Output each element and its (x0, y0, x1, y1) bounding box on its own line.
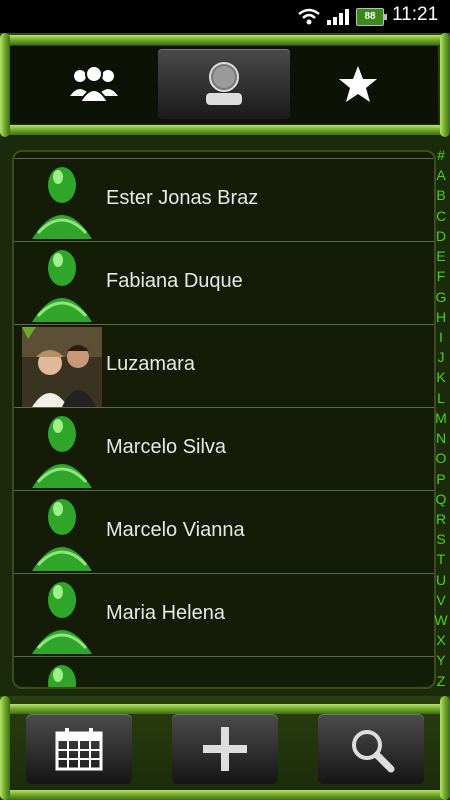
list-item[interactable]: Luzamara (14, 324, 434, 407)
index-letter[interactable]: P (436, 472, 445, 486)
index-letter[interactable]: S (436, 532, 445, 546)
star-icon (339, 66, 377, 102)
bamboo-frame-left (0, 33, 10, 137)
index-letter[interactable]: E (436, 249, 445, 263)
index-letter[interactable]: Q (436, 492, 447, 506)
bamboo-frame-right (440, 696, 450, 800)
contact-list[interactable]: Ester Jonas Braz Fabiana Duque Luzamara (12, 150, 436, 689)
list-item[interactable]: Marcelo Vianna (14, 490, 434, 573)
index-letter[interactable]: O (436, 451, 447, 465)
people-tab[interactable] (158, 49, 290, 119)
index-letter[interactable]: N (436, 431, 446, 445)
bamboo-frame-left (0, 696, 10, 800)
person-icon (206, 62, 242, 105)
index-letter[interactable]: D (436, 229, 446, 243)
calendar-grid-icon (55, 728, 103, 771)
index-letter[interactable]: B (436, 188, 445, 202)
bottom-action-bar (0, 696, 450, 800)
index-letter[interactable]: R (436, 512, 446, 526)
battery-indicator: 88 (356, 8, 387, 26)
index-letter[interactable]: G (436, 290, 447, 304)
signal-icon (327, 9, 349, 25)
bamboo-frame-bottom (0, 790, 450, 800)
default-contact-avatar-icon (32, 416, 92, 488)
clock: 11:21 (392, 4, 439, 25)
add-contact-button[interactable] (172, 714, 278, 784)
index-letter[interactable]: A (436, 168, 445, 182)
magnifier-icon (352, 730, 395, 773)
list-item[interactable]: Fabiana Duque (14, 241, 434, 324)
top-tab-bar (0, 33, 450, 137)
bamboo-frame-top (0, 35, 450, 45)
list-item[interactable]: Maria Helena (14, 573, 434, 656)
contact-name: Maria Helena (106, 602, 225, 624)
search-button[interactable] (318, 714, 424, 784)
index-letter[interactable]: M (435, 411, 447, 425)
contact-name: Ester Jonas Braz (106, 187, 259, 209)
status-bar: 88 11:21 (0, 0, 450, 33)
contact-name: Marcelo Vianna (106, 519, 245, 541)
index-letter[interactable]: X (436, 633, 445, 647)
index-letter[interactable]: J (438, 350, 445, 364)
default-contact-avatar-icon (32, 167, 92, 239)
alphabet-index[interactable]: # A B C D E F G H I J K L M N O P Q R S T U V W X Y Z (434, 148, 448, 688)
contact-name: Luzamara (106, 353, 195, 375)
bamboo-frame-top (0, 704, 450, 714)
index-letter[interactable]: I (439, 330, 443, 344)
list-item[interactable]: Marcelo Silva (14, 407, 434, 490)
list-item[interactable]: Ester Jonas Braz (14, 158, 434, 241)
contact-name: Marcelo Silva (106, 436, 227, 458)
groups-tab[interactable] (28, 49, 160, 119)
list-item[interactable] (14, 656, 434, 687)
bamboo-frame-bottom (0, 125, 450, 135)
calendar-button[interactable] (26, 714, 132, 784)
index-letter[interactable]: U (436, 573, 446, 587)
tab-strip (10, 46, 438, 124)
groups-icon (70, 65, 118, 103)
index-letter[interactable]: # (437, 148, 445, 162)
plus-icon (203, 727, 247, 771)
bamboo-frame-right (440, 33, 450, 137)
index-letter[interactable]: V (436, 593, 445, 607)
favorites-tab[interactable] (292, 49, 424, 119)
default-contact-avatar-icon (32, 250, 92, 322)
index-letter[interactable]: T (437, 552, 446, 566)
default-contact-avatar-icon (48, 665, 76, 687)
index-letter[interactable]: K (436, 370, 445, 384)
index-letter[interactable]: Z (437, 674, 446, 688)
contact-photo (22, 327, 102, 407)
index-letter[interactable]: H (436, 310, 446, 324)
index-letter[interactable]: C (436, 209, 446, 223)
default-contact-avatar-icon (32, 499, 92, 571)
index-letter[interactable]: Y (436, 653, 445, 667)
default-contact-avatar-icon (32, 582, 92, 654)
wifi-icon (298, 8, 320, 25)
index-letter[interactable]: F (437, 269, 446, 283)
index-letter[interactable]: W (434, 613, 447, 627)
index-letter[interactable]: L (437, 391, 445, 405)
contact-name: Fabiana Duque (106, 270, 243, 292)
